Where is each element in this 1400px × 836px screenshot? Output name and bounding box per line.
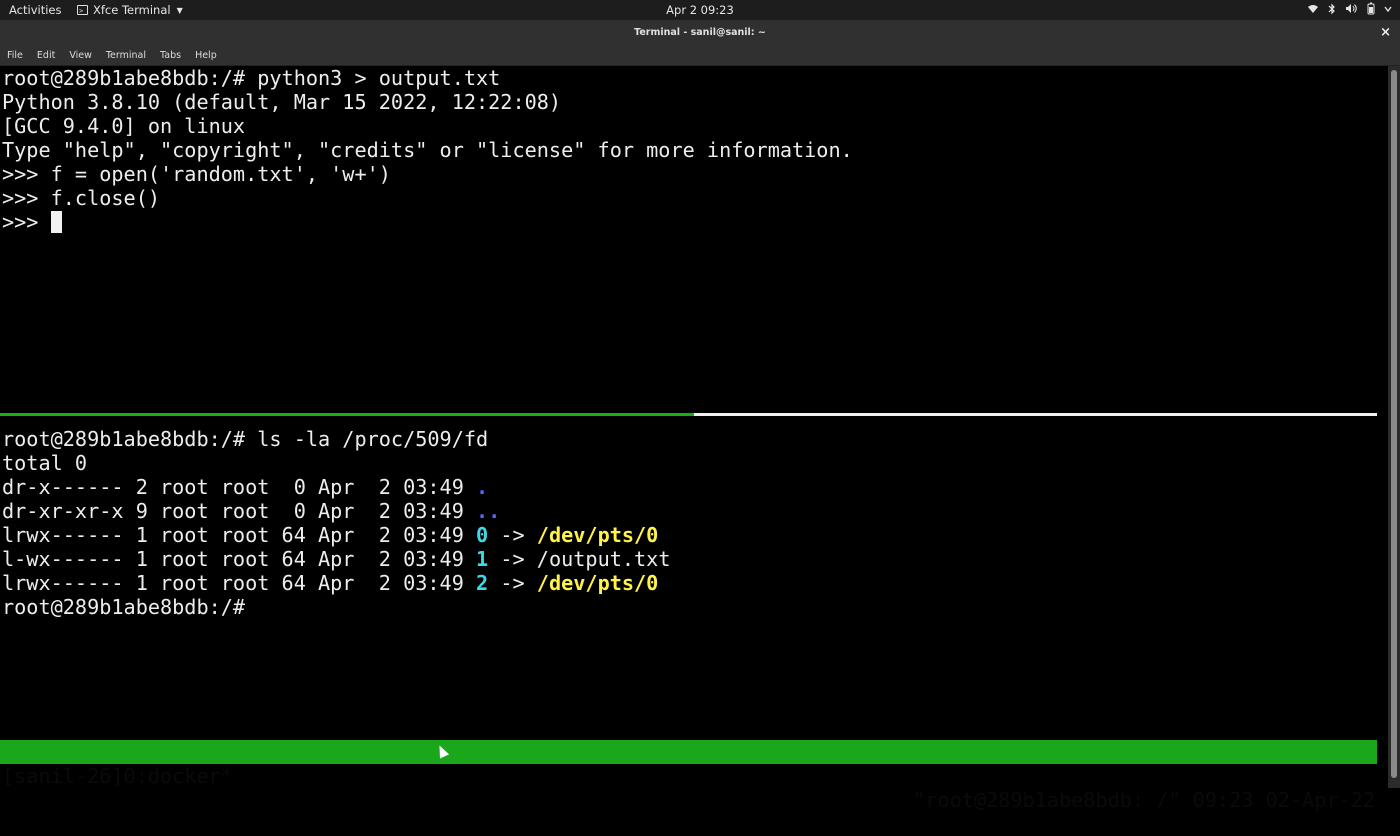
- terminal-line: [GCC 9.4.0] on linux: [2, 114, 246, 138]
- ls-name: 2: [476, 571, 489, 595]
- terminal-scrollbar[interactable]: [1388, 66, 1400, 788]
- close-icon[interactable]: ×: [1380, 25, 1391, 40]
- menu-terminal[interactable]: Terminal: [106, 50, 146, 61]
- tmux-session-window[interactable]: [sanil-26]0:docker*: [2, 764, 233, 788]
- volume-icon: [1346, 4, 1357, 13]
- menu-tabs[interactable]: Tabs: [160, 50, 181, 61]
- pane-divider[interactable]: [0, 413, 1377, 416]
- battery-icon: [1367, 2, 1375, 15]
- ls-name: 0: [476, 523, 489, 547]
- python-prompt: >>>: [2, 210, 51, 234]
- system-tray[interactable]: [1307, 2, 1392, 15]
- top-panel: Activities >_ Xfce Terminal ▼ Apr 2 09:2…: [0, 0, 1400, 20]
- clock[interactable]: Apr 2 09:23: [0, 3, 1400, 17]
- terminal-line: root@289b1abe8bdb:/# python3 > output.tx…: [2, 66, 501, 90]
- terminal-line: Type "help", "copyright", "credits" or "…: [2, 138, 853, 162]
- terminal-line: >>> f = open('random.txt', 'w+'): [2, 162, 391, 186]
- wifi-icon: [1308, 4, 1318, 13]
- terminal-line: total 0: [2, 451, 88, 475]
- inactive-pane-border: [694, 413, 1377, 416]
- ls-name: .: [476, 475, 489, 499]
- ls-target: /dev/pts/0: [536, 523, 659, 547]
- terminal-line: Python 3.8.10 (default, Mar 15 2022, 12:…: [2, 90, 562, 114]
- ls-entry: lrwx------ 1 root root 64 Apr 2 03:49 2 …: [2, 571, 659, 595]
- tmux-status-right: "root@289b1abe8bdb: /" 09:23 02-Apr-22: [913, 788, 1375, 812]
- ls-name: ..: [476, 499, 501, 523]
- text-cursor: [50, 211, 62, 233]
- ls-entry: dr-xr-xr-x 9 root root 0 Apr 2 03:49 ..: [2, 499, 501, 523]
- menu-edit[interactable]: Edit: [37, 50, 55, 61]
- terminal-area[interactable]: root@289b1abe8bdb:/# python3 > output.tx…: [0, 66, 1388, 812]
- ls-target: /output.txt: [536, 547, 671, 571]
- ls-entry: l-wx------ 1 root root 64 Apr 2 03:49 1 …: [2, 547, 671, 571]
- scrollbar-thumb[interactable]: [1391, 70, 1397, 778]
- ls-entry: dr-x------ 2 root root 0 Apr 2 03:49 .: [2, 475, 489, 499]
- terminal-line: >>> f.close(): [2, 186, 161, 210]
- tmux-status-bar[interactable]: [sanil-26]0:docker* "root@289b1abe8bdb: …: [0, 740, 1377, 812]
- active-pane-border: [0, 413, 694, 416]
- ls-entry: lrwx------ 1 root root 64 Apr 2 03:49 0 …: [2, 523, 659, 547]
- tmux-pane-top[interactable]: root@289b1abe8bdb:/# python3 > output.tx…: [2, 66, 1382, 234]
- window-title: Terminal - sanil@sanil: ~: [634, 27, 766, 38]
- window-titlebar[interactable]: Terminal - sanil@sanil: ~ ×: [0, 20, 1400, 46]
- python-prompt-line: >>>: [2, 210, 1382, 234]
- terminal-line: root@289b1abe8bdb:/# ls -la /proc/509/fd: [2, 427, 489, 451]
- ls-name: 1: [476, 547, 489, 571]
- shell-prompt-line: root@289b1abe8bdb:/#: [2, 595, 258, 619]
- bluetooth-icon: [1328, 3, 1335, 14]
- ls-target: /dev/pts/0: [536, 571, 659, 595]
- menu-view[interactable]: View: [69, 50, 92, 61]
- tmux-pane-bottom[interactable]: root@289b1abe8bdb:/# ls -la /proc/509/fd…: [2, 427, 1382, 619]
- power-icon: [1384, 6, 1392, 12]
- menu-bar: File Edit View Terminal Tabs Help: [0, 46, 1400, 66]
- menu-file[interactable]: File: [7, 50, 23, 61]
- menu-help[interactable]: Help: [195, 50, 217, 61]
